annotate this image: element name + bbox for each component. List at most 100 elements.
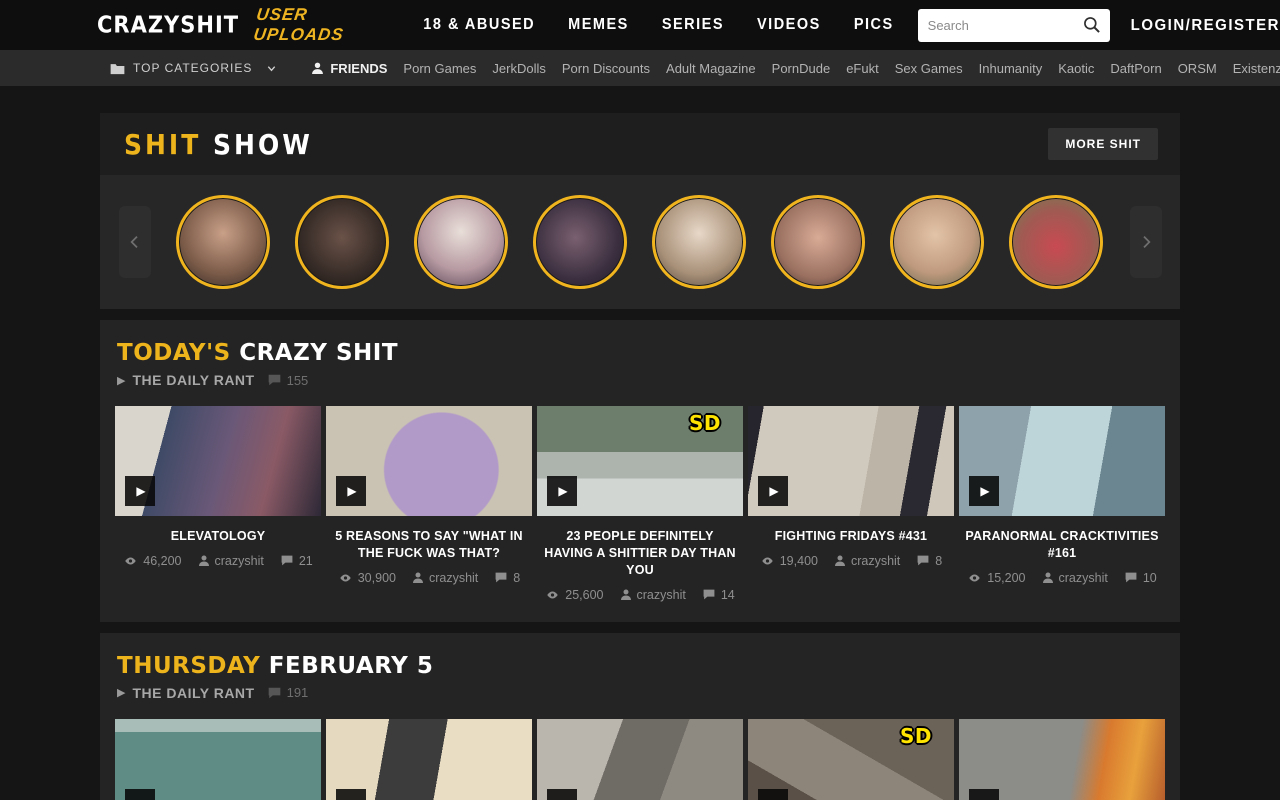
video-card[interactable]: ▶ ELEVATOLOGY 46,200 crazyshit — [115, 406, 321, 602]
video-title[interactable]: PARANORMAL CRACKTIVITIES #161 — [959, 528, 1165, 562]
user-icon — [198, 554, 210, 567]
section-title: THURSDAY FEBRUARY 5 — [115, 653, 1165, 679]
play-icon[interactable]: ▶ — [336, 789, 366, 800]
search-icon[interactable] — [1082, 15, 1102, 35]
video-thumbnail[interactable]: ▶ — [115, 719, 321, 800]
friend-link-porn-discounts[interactable]: Porn Discounts — [562, 61, 650, 76]
video-thumbnail[interactable]: ▶ — [326, 406, 532, 516]
video-card-row: ▶ ELEVATOLOGY 46,200 crazyshit — [115, 406, 1165, 602]
play-icon[interactable]: ▶ — [969, 789, 999, 800]
daily-rant-link[interactable]: ▶ THE DAILY RANT 191 — [115, 685, 1165, 701]
avatar[interactable] — [414, 195, 508, 289]
play-triangle-icon: ▶ — [117, 374, 125, 387]
avatar-list — [176, 195, 1103, 289]
video-stats: 25,600 crazyshit 14 — [537, 588, 743, 602]
play-icon[interactable]: ▶ — [758, 476, 788, 506]
nav-videos[interactable]: VIDEOS — [757, 17, 821, 34]
top-categories-label: TOP CATEGORIES — [133, 61, 252, 75]
friend-link-kaotic[interactable]: Kaotic — [1058, 61, 1094, 76]
more-shit-button[interactable]: MORE SHIT — [1048, 128, 1158, 160]
daily-rant-link[interactable]: ▶ THE DAILY RANT 155 — [115, 372, 1165, 388]
uploader-stat[interactable]: crazyshit — [198, 554, 264, 568]
video-stats: 46,200 crazyshit 21 — [115, 554, 321, 568]
video-thumbnail[interactable]: ▶ — [748, 406, 954, 516]
video-title[interactable]: FIGHTING FRIDAYS #431 — [748, 528, 954, 545]
avatar[interactable] — [890, 195, 984, 289]
search-box[interactable] — [918, 9, 1110, 42]
uploader-stat[interactable]: crazyshit — [1042, 571, 1108, 585]
friend-link-orsm[interactable]: ORSM — [1178, 61, 1217, 76]
friends-link[interactable]: FRIENDS — [311, 61, 387, 76]
avatar[interactable] — [176, 195, 270, 289]
friend-link-jerkdolls[interactable]: JerkDolls — [492, 61, 545, 76]
eye-icon — [967, 572, 982, 584]
avatar[interactable] — [1009, 195, 1103, 289]
video-card[interactable]: SD ▶ 23 PEOPLE DEFINITELY HAVING A SHITT… — [537, 406, 743, 602]
views-stat: 30,900 — [338, 571, 396, 585]
play-icon[interactable]: ▶ — [125, 476, 155, 506]
video-thumbnail[interactable]: ▶ — [115, 406, 321, 516]
play-icon[interactable]: ▶ — [969, 476, 999, 506]
video-thumbnail[interactable]: SD ▶ — [537, 406, 743, 516]
play-icon[interactable]: ▶ — [336, 476, 366, 506]
video-thumbnail[interactable]: SD ▶ — [748, 719, 954, 800]
rant-comment-count: 155 — [267, 373, 309, 388]
friend-link-sex-games[interactable]: Sex Games — [895, 61, 963, 76]
video-thumbnail[interactable]: ▶ — [959, 406, 1165, 516]
play-icon[interactable]: ▶ — [125, 789, 155, 800]
avatar[interactable] — [295, 195, 389, 289]
play-icon[interactable]: ▶ — [758, 789, 788, 800]
video-card[interactable]: ▶ — [326, 719, 532, 800]
friend-link-porn-games[interactable]: Porn Games — [403, 61, 476, 76]
uploader-stat[interactable]: crazyshit — [412, 571, 478, 585]
user-icon — [834, 554, 846, 567]
avatar[interactable] — [771, 195, 865, 289]
comment-icon — [702, 588, 716, 601]
video-card[interactable]: ▶ — [115, 719, 321, 800]
user-icon — [1042, 571, 1054, 584]
friend-link-existenz[interactable]: Existenz — [1233, 61, 1280, 76]
friend-link-efukt[interactable]: eFukt — [846, 61, 879, 76]
site-logo[interactable]: CRAZYSHIT — [97, 12, 239, 38]
site-tagline: USER UPLOADS — [252, 5, 367, 45]
video-card[interactable]: SD ▶ — [748, 719, 954, 800]
video-thumbnail[interactable]: ▶ — [537, 719, 743, 800]
video-title[interactable]: 23 PEOPLE DEFINITELY HAVING A SHITTIER D… — [537, 528, 743, 579]
friend-link-inhumanity[interactable]: Inhumanity — [979, 61, 1043, 76]
video-title[interactable]: 5 REASONS TO SAY "WHAT IN THE FUCK WAS T… — [326, 528, 532, 562]
carousel-next-button[interactable] — [1130, 206, 1162, 278]
thursday-section: THURSDAY FEBRUARY 5 ▶ THE DAILY RANT 191… — [100, 633, 1180, 800]
login-register-button[interactable]: LOGIN/REGISTER — [1131, 16, 1280, 34]
uploader-stat[interactable]: crazyshit — [620, 588, 686, 602]
top-categories-dropdown[interactable]: TOP CATEGORIES — [110, 61, 285, 75]
video-card[interactable]: ▶ — [959, 719, 1165, 800]
nav-memes[interactable]: MEMES — [568, 17, 629, 34]
shit-show-header: SHIT SHOW MORE SHIT — [100, 113, 1180, 175]
avatar[interactable] — [652, 195, 746, 289]
secondary-nav: TOP CATEGORIES FRIENDS Porn Games JerkDo… — [0, 50, 1280, 86]
friend-link-porndude[interactable]: PornDude — [772, 61, 831, 76]
video-thumbnail[interactable]: ▶ — [959, 719, 1165, 800]
friend-link-daftporn[interactable]: DaftPorn — [1110, 61, 1161, 76]
avatar[interactable] — [533, 195, 627, 289]
uploader-stat[interactable]: crazyshit — [834, 554, 900, 568]
search-input[interactable] — [928, 18, 1082, 33]
top-bar: CRAZYSHIT USER UPLOADS 18 & ABUSED MEMES… — [0, 0, 1280, 50]
play-icon[interactable]: ▶ — [547, 476, 577, 506]
video-thumbnail[interactable]: ▶ — [326, 719, 532, 800]
nav-18-abused[interactable]: 18 & ABUSED — [423, 17, 535, 34]
video-title[interactable]: ELEVATOLOGY — [115, 528, 321, 545]
video-card[interactable]: ▶ — [537, 719, 743, 800]
comments-stat: 10 — [1124, 571, 1157, 585]
nav-pics[interactable]: PICS — [854, 17, 894, 34]
friend-link-adult-magazine[interactable]: Adult Magazine — [666, 61, 756, 76]
comment-icon — [280, 554, 294, 567]
play-icon[interactable]: ▶ — [547, 789, 577, 800]
video-card[interactable]: ▶ FIGHTING FRIDAYS #431 19,400 crazyshit — [748, 406, 954, 602]
friends-label: FRIENDS — [330, 61, 387, 76]
video-card[interactable]: ▶ 5 REASONS TO SAY "WHAT IN THE FUCK WAS… — [326, 406, 532, 602]
carousel-prev-button[interactable] — [119, 206, 151, 278]
nav-series[interactable]: SERIES — [662, 17, 724, 34]
sd-badge: SD — [689, 411, 721, 435]
video-card[interactable]: ▶ PARANORMAL CRACKTIVITIES #161 15,200 c… — [959, 406, 1165, 602]
